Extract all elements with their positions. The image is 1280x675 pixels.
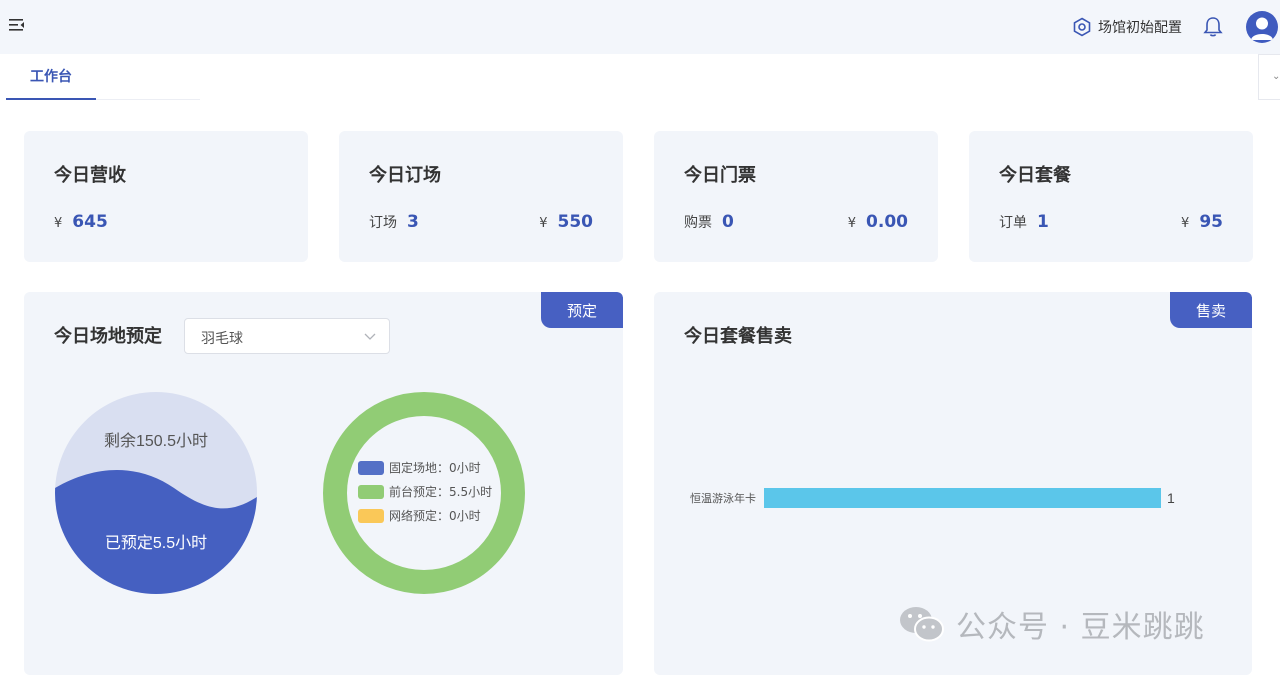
- currency-symbol: ¥: [54, 216, 63, 231]
- wechat-icon: [900, 607, 944, 642]
- stat-amount: 0.00: [866, 212, 908, 232]
- legend-swatch-online: [358, 509, 384, 523]
- stat-card-revenue: 今日营收 ¥ 645: [24, 131, 308, 262]
- legend-label-front-desk: 前台预定：5.5小时: [389, 484, 492, 499]
- legend-label-fixed: 固定场地：0小时: [389, 460, 481, 475]
- category-label: 恒温游泳年卡: [690, 491, 756, 505]
- hexagon-gear-icon: [1073, 17, 1091, 37]
- bar-value-label: 1: [1167, 490, 1175, 506]
- booking-donut: 固定场地：0小时 前台预定：5.5小时 网络预定：0小时: [323, 392, 525, 594]
- stat-count-label: 购票: [684, 215, 712, 231]
- legend-swatch-front-desk: [358, 485, 384, 499]
- stat-count-label: 订场: [369, 215, 397, 231]
- tab-divider: [96, 99, 200, 100]
- wave-remaining-label: 剩余150.5小时: [104, 431, 208, 450]
- watermark-text: 公众号 · 豆米跳跳: [956, 610, 1205, 645]
- stat-title: 今日套餐: [999, 165, 1071, 186]
- bell-icon[interactable]: [1202, 16, 1224, 38]
- stat-count: 1: [1037, 212, 1049, 232]
- legend-swatch-fixed: [358, 461, 384, 475]
- stat-amount: 550: [557, 212, 594, 232]
- user-avatar-icon[interactable]: [1246, 11, 1278, 43]
- stat-amount: 95: [1199, 212, 1223, 232]
- wave-gauge: 剩余150.5小时 已预定5.5小时: [55, 392, 257, 594]
- stat-title: 今日订场: [369, 165, 441, 186]
- dashboard-main: 今日营收 ¥ 645 今日订场 订场 3 ¥ 550 今日门票 购票 0 ¥ 0…: [0, 102, 1280, 675]
- stat-amount: 645: [72, 212, 108, 232]
- stat-count: 0: [722, 212, 734, 232]
- top-bar: 场馆初始配置: [0, 0, 1280, 54]
- chevron-down-icon: ⌄: [1272, 71, 1280, 82]
- currency-symbol: ¥: [1181, 216, 1190, 231]
- venue-booking-panel: 今日场地预定 预定 羽毛球 剩余150.5小时 已预定5.5小时 固定场地：0小…: [24, 292, 623, 675]
- stat-count-label: 订单: [999, 215, 1027, 231]
- venue-config-link[interactable]: 场馆初始配置: [1072, 17, 1182, 37]
- currency-symbol: ¥: [847, 216, 857, 231]
- stat-card-court-booking: 今日订场 订场 3 ¥ 550: [339, 131, 623, 262]
- currency-symbol: ¥: [539, 216, 548, 231]
- venue-config-label: 场馆初始配置: [1098, 20, 1182, 36]
- venue-charts: 剩余150.5小时 已预定5.5小时 固定场地：0小时 前台预定：5.5小时 网…: [55, 392, 525, 594]
- wave-booked-label: 已预定5.5小时: [105, 534, 207, 552]
- stat-title: 今日门票: [684, 165, 756, 186]
- bar-0: [764, 488, 1161, 508]
- menu-fold-icon[interactable]: [8, 16, 26, 34]
- tab-scroll-button[interactable]: ⌄: [1258, 54, 1280, 100]
- legend-label-online: 网络预定：0小时: [389, 508, 481, 523]
- tab-workbench[interactable]: 工作台: [6, 54, 96, 100]
- wechat-watermark: 公众号 · 豆米跳跳: [898, 602, 1205, 646]
- stat-card-tickets: 今日门票 购票 0 ¥ 0.00: [654, 131, 938, 262]
- tab-bar: 工作台 ⌄: [0, 54, 1280, 102]
- stat-count: 3: [407, 212, 419, 232]
- donut-legend: 固定场地：0小时 前台预定：5.5小时 网络预定：0小时: [358, 460, 492, 523]
- stat-card-packages: 今日套餐 订单 1 ¥ 95: [969, 131, 1253, 262]
- stat-title: 今日营收: [54, 165, 126, 186]
